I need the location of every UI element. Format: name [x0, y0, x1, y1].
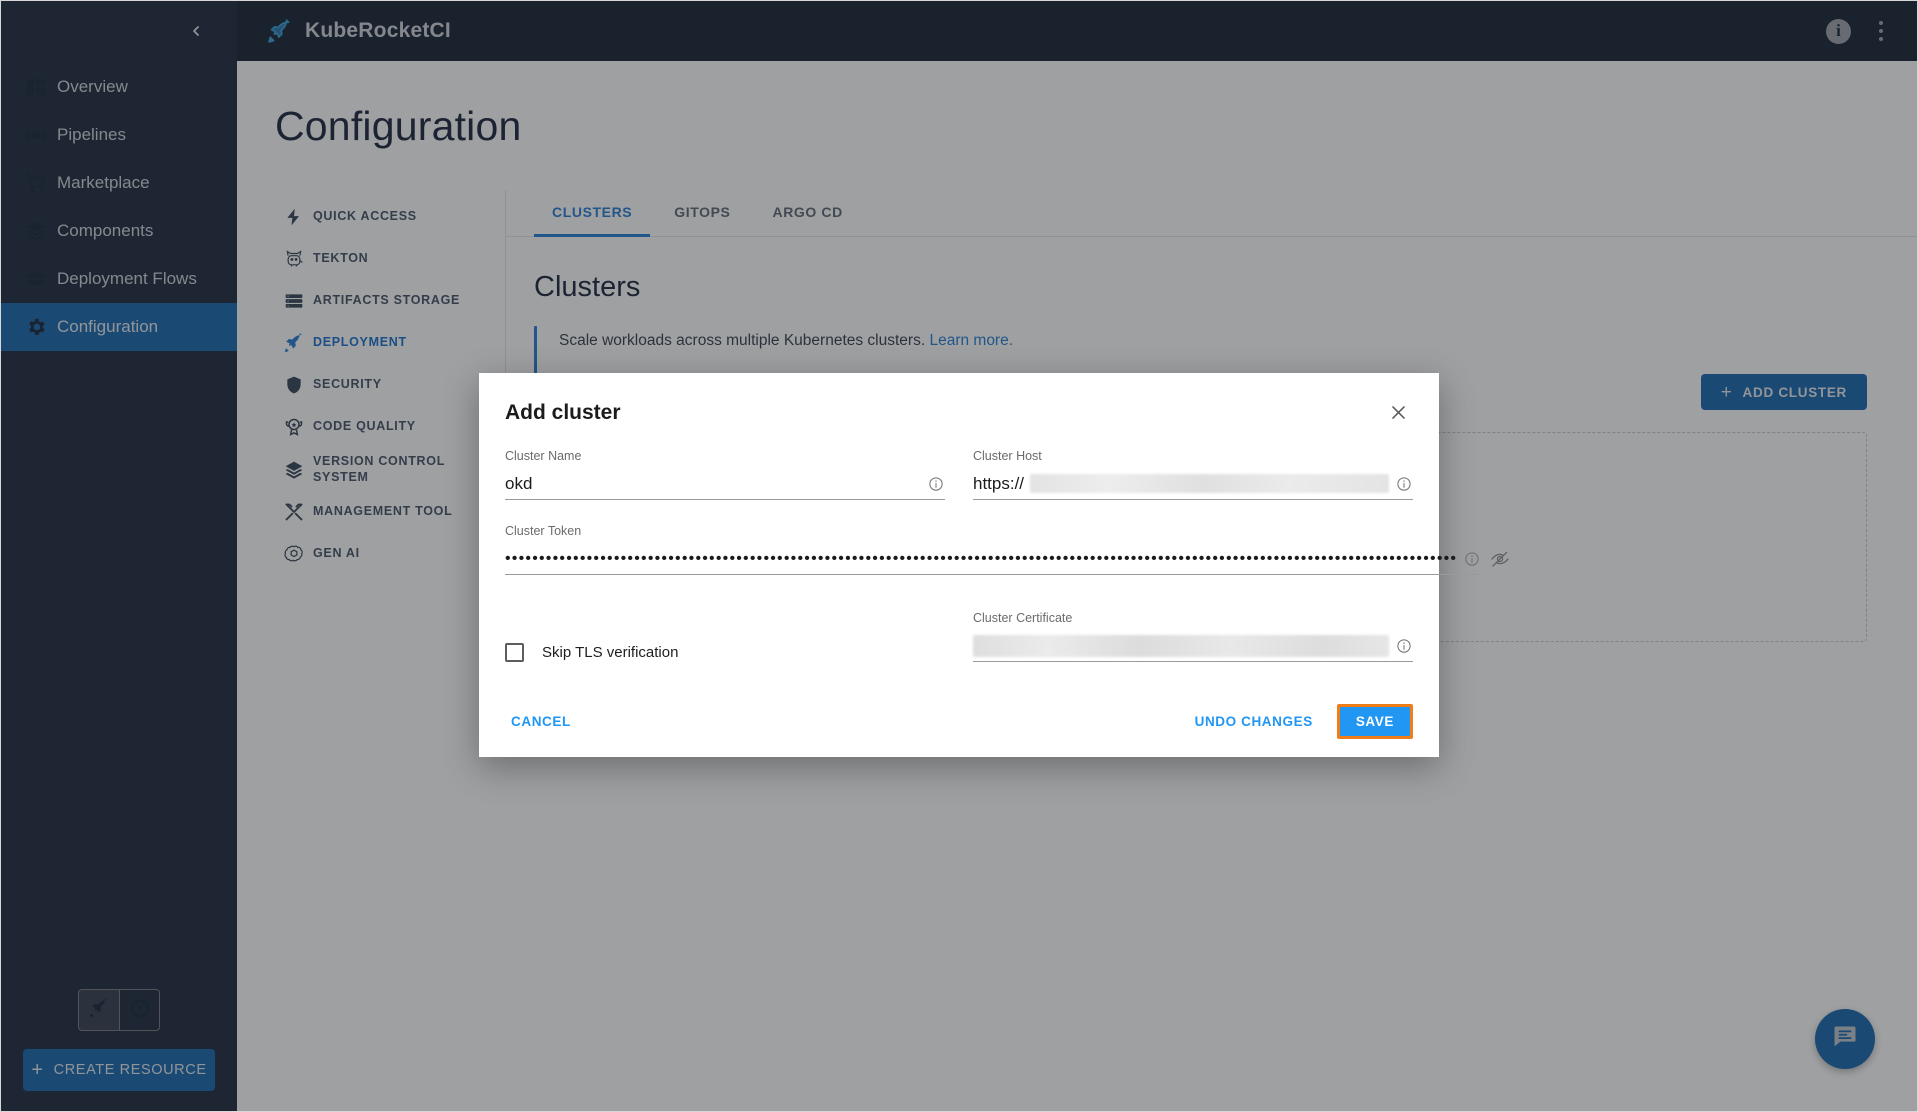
info-outline-icon[interactable]: [1395, 638, 1413, 654]
cancel-button[interactable]: CANCEL: [505, 706, 577, 737]
dialog-form-row-1: Cluster Name okd Cluster Host https://: [505, 449, 1413, 506]
cluster-certificate-label: Cluster Certificate: [973, 611, 1413, 625]
cluster-name-input[interactable]: okd: [505, 468, 945, 500]
save-button-highlight: SAVE: [1337, 704, 1413, 739]
skip-tls-checkbox[interactable]: [505, 643, 524, 662]
cluster-certificate-col: Cluster Certificate: [973, 611, 1413, 668]
cluster-certificate-field: Cluster Certificate: [973, 611, 1413, 662]
skip-tls-label: Skip TLS verification: [542, 644, 678, 661]
cluster-host-redacted: [1030, 474, 1389, 493]
info-outline-icon[interactable]: [1395, 476, 1413, 492]
cluster-name-value: okd: [505, 474, 921, 494]
cluster-certificate-redacted: [973, 635, 1389, 657]
cluster-host-label: Cluster Host: [973, 449, 1413, 463]
cluster-host-value: https://: [973, 474, 1024, 494]
app-root: Overview Pipelines Marketplace Component…: [0, 0, 1918, 1112]
cluster-token-value: ••••••••••••••••••••••••••••••••••••••••…: [505, 551, 1457, 567]
info-outline-icon[interactable]: [927, 476, 945, 492]
cluster-token-label: Cluster Token: [505, 524, 1413, 538]
add-cluster-dialog: Add cluster Cluster Name okd: [479, 373, 1439, 757]
save-button[interactable]: SAVE: [1340, 707, 1410, 736]
cluster-host-field: Cluster Host https://: [973, 449, 1413, 500]
cluster-host-col: Cluster Host https://: [973, 449, 1413, 506]
dialog-actions: CANCEL UNDO CHANGES SAVE: [505, 704, 1413, 739]
undo-changes-button[interactable]: UNDO CHANGES: [1189, 706, 1319, 737]
dialog-actions-right: UNDO CHANGES SAVE: [1189, 704, 1413, 739]
dialog-form-row-3: Skip TLS verification Cluster Certificat…: [505, 611, 1413, 668]
dialog-form-row-2: Cluster Token ••••••••••••••••••••••••••…: [505, 524, 1413, 575]
cluster-token-input[interactable]: ••••••••••••••••••••••••••••••••••••••••…: [505, 543, 1481, 575]
cluster-host-input[interactable]: https://: [973, 468, 1413, 500]
dialog-title: Add cluster: [505, 397, 621, 425]
cluster-name-col: Cluster Name okd: [505, 449, 945, 506]
cluster-name-field: Cluster Name okd: [505, 449, 945, 500]
cluster-certificate-input[interactable]: [973, 630, 1413, 662]
info-outline-icon[interactable]: [1463, 551, 1481, 567]
dialog-header: Add cluster: [505, 397, 1413, 427]
cluster-token-field: Cluster Token ••••••••••••••••••••••••••…: [505, 524, 1413, 575]
skip-tls-row: Skip TLS verification: [505, 643, 945, 668]
cluster-name-label: Cluster Name: [505, 449, 945, 463]
eye-off-icon[interactable]: [1489, 549, 1511, 569]
close-icon[interactable]: [1383, 397, 1413, 427]
